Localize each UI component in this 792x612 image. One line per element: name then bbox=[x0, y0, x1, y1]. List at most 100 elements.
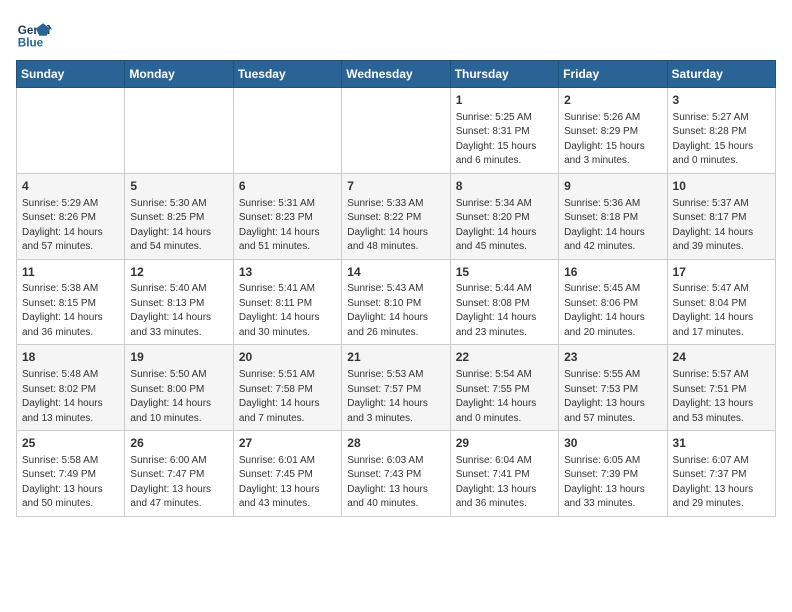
calendar-cell: 4 Sunrise: 5:29 AM Sunset: 8:26 PM Daylig… bbox=[17, 173, 125, 259]
day-number: 26 bbox=[130, 435, 227, 452]
day-number: 12 bbox=[130, 264, 227, 281]
calendar-cell bbox=[125, 88, 233, 174]
day-info: Sunrise: 5:57 AM Sunset: 7:51 PM Dayligh… bbox=[673, 368, 770, 426]
day-info: Sunrise: 5:40 AM Sunset: 8:13 PM Dayligh… bbox=[130, 282, 227, 340]
calendar-cell bbox=[342, 88, 450, 174]
calendar-cell: 14Sunrise: 5:43 AM Sunset: 8:10 PM Dayli… bbox=[342, 259, 450, 345]
day-info: Sunrise: 5:48 AM Sunset: 8:02 PM Dayligh… bbox=[22, 368, 119, 426]
day-number: 25 bbox=[22, 435, 119, 452]
calendar-header: SundayMondayTuesdayWednesdayThursdayFrid… bbox=[17, 61, 776, 88]
day-number: 17 bbox=[673, 264, 770, 281]
day-info: Sunrise: 5:30 AM Sunset: 8:25 PM Dayligh… bbox=[130, 197, 227, 255]
calendar-cell: 13Sunrise: 5:41 AM Sunset: 8:11 PM Dayli… bbox=[233, 259, 341, 345]
calendar-cell: 2 Sunrise: 5:26 AM Sunset: 8:29 PM Daylig… bbox=[559, 88, 667, 174]
day-info: Sunrise: 6:05 AM Sunset: 7:39 PM Dayligh… bbox=[564, 454, 661, 512]
calendar-cell: 9 Sunrise: 5:36 AM Sunset: 8:18 PM Daylig… bbox=[559, 173, 667, 259]
calendar-week-5: 25 Sunrise: 5:58 AM Sunset: 7:49 PM Dayli… bbox=[17, 431, 776, 517]
day-number: 2 bbox=[564, 92, 661, 109]
calendar-cell: 12Sunrise: 5:40 AM Sunset: 8:13 PM Dayli… bbox=[125, 259, 233, 345]
day-number: 31 bbox=[673, 435, 770, 452]
day-number: 23 bbox=[564, 349, 661, 366]
day-info: Sunrise: 5:58 AM Sunset: 7:49 PM Dayligh… bbox=[22, 454, 119, 512]
logo: General Blue bbox=[16, 16, 52, 52]
day-info: Sunrise: 5:25 AM Sunset: 8:31 PM Dayligh… bbox=[456, 111, 553, 169]
calendar-cell: 16Sunrise: 5:45 AM Sunset: 8:06 PM Dayli… bbox=[559, 259, 667, 345]
calendar-cell: 19 Sunrise: 5:50 AM Sunset: 8:00 PM Dayli… bbox=[125, 345, 233, 431]
day-info: Sunrise: 5:53 AM Sunset: 7:57 PM Dayligh… bbox=[347, 368, 444, 426]
day-number: 24 bbox=[673, 349, 770, 366]
day-info: Sunrise: 5:34 AM Sunset: 8:20 PM Dayligh… bbox=[456, 197, 553, 255]
calendar-cell bbox=[233, 88, 341, 174]
calendar-cell: 11Sunrise: 5:38 AM Sunset: 8:15 PM Dayli… bbox=[17, 259, 125, 345]
day-number: 19 bbox=[130, 349, 227, 366]
day-info: Sunrise: 6:01 AM Sunset: 7:45 PM Dayligh… bbox=[239, 454, 336, 512]
day-number: 3 bbox=[673, 92, 770, 109]
day-info: Sunrise: 6:07 AM Sunset: 7:37 PM Dayligh… bbox=[673, 454, 770, 512]
day-info: Sunrise: 5:33 AM Sunset: 8:22 PM Dayligh… bbox=[347, 197, 444, 255]
day-number: 4 bbox=[22, 178, 119, 195]
calendar-week-4: 18 Sunrise: 5:48 AM Sunset: 8:02 PM Dayli… bbox=[17, 345, 776, 431]
day-number: 30 bbox=[564, 435, 661, 452]
calendar-cell: 15Sunrise: 5:44 AM Sunset: 8:08 PM Dayli… bbox=[450, 259, 558, 345]
day-number: 7 bbox=[347, 178, 444, 195]
day-number: 8 bbox=[456, 178, 553, 195]
calendar-cell bbox=[17, 88, 125, 174]
calendar-cell: 17Sunrise: 5:47 AM Sunset: 8:04 PM Dayli… bbox=[667, 259, 775, 345]
calendar-cell: 21 Sunrise: 5:53 AM Sunset: 7:57 PM Dayli… bbox=[342, 345, 450, 431]
day-info: Sunrise: 5:38 AM Sunset: 8:15 PM Dayligh… bbox=[22, 282, 119, 340]
calendar-cell: 22 Sunrise: 5:54 AM Sunset: 7:55 PM Dayli… bbox=[450, 345, 558, 431]
calendar-cell: 26 Sunrise: 6:00 AM Sunset: 7:47 PM Dayli… bbox=[125, 431, 233, 517]
day-number: 14 bbox=[347, 264, 444, 281]
day-info: Sunrise: 5:43 AM Sunset: 8:10 PM Dayligh… bbox=[347, 282, 444, 340]
day-header-wednesday: Wednesday bbox=[342, 61, 450, 88]
calendar-week-2: 4 Sunrise: 5:29 AM Sunset: 8:26 PM Daylig… bbox=[17, 173, 776, 259]
day-header-sunday: Sunday bbox=[17, 61, 125, 88]
day-number: 18 bbox=[22, 349, 119, 366]
day-number: 9 bbox=[564, 178, 661, 195]
day-number: 21 bbox=[347, 349, 444, 366]
day-number: 11 bbox=[22, 264, 119, 281]
calendar-cell: 25 Sunrise: 5:58 AM Sunset: 7:49 PM Dayli… bbox=[17, 431, 125, 517]
calendar-cell: 8 Sunrise: 5:34 AM Sunset: 8:20 PM Daylig… bbox=[450, 173, 558, 259]
day-number: 13 bbox=[239, 264, 336, 281]
day-info: Sunrise: 5:31 AM Sunset: 8:23 PM Dayligh… bbox=[239, 197, 336, 255]
day-info: Sunrise: 5:26 AM Sunset: 8:29 PM Dayligh… bbox=[564, 111, 661, 169]
calendar-week-3: 11Sunrise: 5:38 AM Sunset: 8:15 PM Dayli… bbox=[17, 259, 776, 345]
day-info: Sunrise: 5:27 AM Sunset: 8:28 PM Dayligh… bbox=[673, 111, 770, 169]
day-number: 15 bbox=[456, 264, 553, 281]
day-info: Sunrise: 5:37 AM Sunset: 8:17 PM Dayligh… bbox=[673, 197, 770, 255]
calendar-cell: 28 Sunrise: 6:03 AM Sunset: 7:43 PM Dayli… bbox=[342, 431, 450, 517]
day-number: 20 bbox=[239, 349, 336, 366]
day-header-friday: Friday bbox=[559, 61, 667, 88]
calendar-cell: 20Sunrise: 5:51 AM Sunset: 7:58 PM Dayli… bbox=[233, 345, 341, 431]
calendar-cell: 7 Sunrise: 5:33 AM Sunset: 8:22 PM Daylig… bbox=[342, 173, 450, 259]
day-header-tuesday: Tuesday bbox=[233, 61, 341, 88]
day-info: Sunrise: 6:03 AM Sunset: 7:43 PM Dayligh… bbox=[347, 454, 444, 512]
day-number: 6 bbox=[239, 178, 336, 195]
calendar-body: 1 Sunrise: 5:25 AM Sunset: 8:31 PM Daylig… bbox=[17, 88, 776, 517]
day-number: 16 bbox=[564, 264, 661, 281]
calendar-cell: 29Sunrise: 6:04 AM Sunset: 7:41 PM Dayli… bbox=[450, 431, 558, 517]
day-info: Sunrise: 5:54 AM Sunset: 7:55 PM Dayligh… bbox=[456, 368, 553, 426]
day-info: Sunrise: 5:50 AM Sunset: 8:00 PM Dayligh… bbox=[130, 368, 227, 426]
day-info: Sunrise: 6:04 AM Sunset: 7:41 PM Dayligh… bbox=[456, 454, 553, 512]
svg-text:Blue: Blue bbox=[18, 37, 44, 50]
day-number: 1 bbox=[456, 92, 553, 109]
day-number: 27 bbox=[239, 435, 336, 452]
day-number: 22 bbox=[456, 349, 553, 366]
calendar-cell: 18 Sunrise: 5:48 AM Sunset: 8:02 PM Dayli… bbox=[17, 345, 125, 431]
page-header: General Blue bbox=[16, 16, 776, 52]
day-info: Sunrise: 6:00 AM Sunset: 7:47 PM Dayligh… bbox=[130, 454, 227, 512]
day-number: 10 bbox=[673, 178, 770, 195]
day-info: Sunrise: 5:45 AM Sunset: 8:06 PM Dayligh… bbox=[564, 282, 661, 340]
calendar-cell: 27 Sunrise: 6:01 AM Sunset: 7:45 PM Dayli… bbox=[233, 431, 341, 517]
calendar-header-row: SundayMondayTuesdayWednesdayThursdayFrid… bbox=[17, 61, 776, 88]
day-number: 28 bbox=[347, 435, 444, 452]
calendar-table: SundayMondayTuesdayWednesdayThursdayFrid… bbox=[16, 60, 776, 517]
logo-icon: General Blue bbox=[16, 16, 52, 52]
day-info: Sunrise: 5:55 AM Sunset: 7:53 PM Dayligh… bbox=[564, 368, 661, 426]
day-info: Sunrise: 5:36 AM Sunset: 8:18 PM Dayligh… bbox=[564, 197, 661, 255]
day-number: 5 bbox=[130, 178, 227, 195]
day-info: Sunrise: 5:29 AM Sunset: 8:26 PM Dayligh… bbox=[22, 197, 119, 255]
calendar-cell: 10 Sunrise: 5:37 AM Sunset: 8:17 PM Dayli… bbox=[667, 173, 775, 259]
